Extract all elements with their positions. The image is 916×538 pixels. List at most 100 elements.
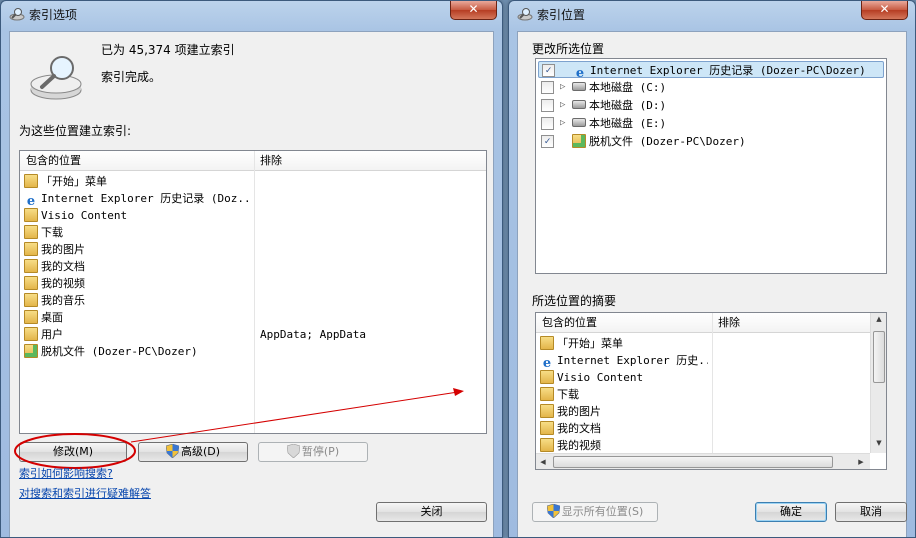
- location-row[interactable]: 脱机文件 (Dozer-PC\Dozer): [24, 343, 250, 360]
- summary-row[interactable]: 我的视频: [540, 437, 708, 454]
- advanced-button-label: 高级(D): [180, 445, 221, 458]
- excluded-column-header[interactable]: 排除: [712, 313, 870, 333]
- tree-item[interactable]: ✓ e Internet Explorer 历史记录 (Dozer-PC\Dozer…: [538, 61, 884, 81]
- location-row[interactable]: 我的文档: [24, 258, 250, 275]
- internet-explorer-icon: e: [542, 356, 552, 370]
- indexing-magnifier-icon: [9, 8, 25, 21]
- close-button[interactable]: 关闭: [376, 502, 487, 522]
- location-row[interactable]: 我的音乐: [24, 292, 250, 309]
- close-window-button[interactable]: ✕: [861, 1, 908, 20]
- location-checkbox[interactable]: [541, 117, 554, 130]
- location-name: Internet Explorer 历史记录 (Doz...: [41, 192, 250, 205]
- location-row[interactable]: Visio Content: [24, 207, 250, 224]
- title-bar[interactable]: 索引位置 ✕: [509, 1, 915, 27]
- summary-location-name: 「开始」菜单: [557, 337, 623, 350]
- cancel-button[interactable]: 取消: [835, 502, 907, 522]
- location-row[interactable]: 我的图片: [24, 241, 250, 258]
- tree-item[interactable]: ▷ 本地磁盘 (E:): [538, 115, 884, 132]
- location-checkbox[interactable]: [541, 99, 554, 112]
- included-column-header[interactable]: 包含的位置: [20, 151, 254, 171]
- locations-list[interactable]: 包含的位置 排除 「开始」菜单 e Internet Explorer 历史记录 (…: [19, 150, 487, 434]
- location-exclusion: AppData; AppData: [260, 328, 366, 341]
- excluded-column-header[interactable]: 排除: [254, 151, 486, 171]
- internet-explorer-icon: e: [26, 194, 36, 208]
- ok-button[interactable]: 确定: [755, 502, 827, 522]
- locations-tree[interactable]: ✓ e Internet Explorer 历史记录 (Dozer-PC\Dozer…: [535, 58, 887, 274]
- location-checkbox[interactable]: ✓: [541, 135, 554, 148]
- how-indexing-affects-search-link[interactable]: 索引如何影响搜索?: [19, 465, 113, 481]
- downloads-folder-icon: [540, 387, 554, 401]
- summary-row[interactable]: 下载: [540, 386, 708, 403]
- window-title: 索引位置: [537, 8, 586, 22]
- videos-folder-icon: [540, 438, 554, 452]
- tree-item-content: 本地磁盘 (E:): [572, 115, 666, 132]
- indexing-magnifier-icon: [517, 8, 533, 21]
- location-checkbox[interactable]: [541, 81, 554, 94]
- location-row[interactable]: 「开始」菜单: [24, 173, 250, 190]
- location-name: 我的音乐: [41, 294, 85, 307]
- indexing-drive-magnifier-icon: [30, 56, 82, 100]
- location-row[interactable]: 下载: [24, 224, 250, 241]
- locations-label: 为这些位置建立索引:: [19, 124, 132, 138]
- show-all-locations-button[interactable]: 显示所有位置(S): [532, 502, 658, 522]
- expand-arrow-icon[interactable]: ▷: [560, 97, 565, 114]
- scroll-down-arrow-icon[interactable]: ▼: [871, 439, 886, 447]
- indexed-locations-window: 索引位置 ✕ 更改所选位置 ✓ e Internet Explorer 历史记录 (…: [508, 0, 916, 538]
- location-name: 脱机文件 (Dozer-PC\Dozer): [41, 345, 198, 358]
- pause-button-label: 暂停(P): [301, 445, 340, 458]
- window-title: 索引选项: [29, 8, 78, 22]
- tree-item-label: 脱机文件 (Dozer-PC\Dozer): [589, 135, 746, 148]
- tree-item-content: 脱机文件 (Dozer-PC\Dozer): [572, 133, 746, 150]
- summary-row[interactable]: Visio Content: [540, 369, 708, 386]
- location-name: 下载: [41, 226, 63, 239]
- scroll-up-arrow-icon[interactable]: ▲: [871, 315, 886, 323]
- scroll-left-arrow-icon[interactable]: ◀: [538, 458, 548, 466]
- pictures-folder-icon: [24, 242, 38, 256]
- summary-row[interactable]: 我的图片: [540, 403, 708, 420]
- location-name: 我的文档: [41, 260, 85, 273]
- vertical-scrollbar[interactable]: ▲ ▼: [870, 313, 886, 453]
- location-checkbox[interactable]: ✓: [542, 64, 555, 77]
- horizontal-scrollbar[interactable]: ◀ ▶: [536, 453, 870, 469]
- expand-arrow-icon[interactable]: ▷: [560, 115, 565, 132]
- indexing-status-text: 索引完成。: [101, 70, 162, 84]
- summary-location-name: 我的视频: [557, 439, 601, 452]
- folder-icon: [24, 208, 38, 222]
- summary-row[interactable]: e Internet Explorer 历史...: [540, 352, 708, 369]
- advanced-button[interactable]: 高级(D): [138, 442, 248, 462]
- horizontal-scroll-thumb[interactable]: [553, 456, 833, 468]
- title-bar[interactable]: 索引选项 ✕: [1, 1, 502, 27]
- location-name: 「开始」菜单: [41, 175, 107, 188]
- pause-button[interactable]: 暂停(P): [258, 442, 368, 462]
- location-name: 桌面: [41, 311, 63, 324]
- start-menu-folder-icon: [540, 336, 554, 350]
- scroll-right-arrow-icon[interactable]: ▶: [856, 458, 866, 466]
- tree-item[interactable]: ▷ 本地磁盘 (C:): [538, 79, 884, 96]
- users-folder-icon: [24, 327, 38, 341]
- offline-files-icon: [24, 344, 38, 358]
- uac-shield-icon: [286, 444, 300, 458]
- change-selected-locations-label: 更改所选位置: [532, 42, 605, 56]
- column-divider: [254, 151, 255, 433]
- location-name: 我的图片: [41, 243, 85, 256]
- local-disk-icon: [572, 100, 586, 109]
- summary-row[interactable]: 我的文档: [540, 420, 708, 437]
- location-row[interactable]: 用户: [24, 326, 250, 343]
- tree-item[interactable]: ▷ 本地磁盘 (D:): [538, 97, 884, 114]
- close-window-button[interactable]: ✕: [450, 1, 497, 20]
- tree-item[interactable]: ✓ 脱机文件 (Dozer-PC\Dozer): [538, 133, 884, 150]
- location-row[interactable]: 桌面: [24, 309, 250, 326]
- summary-row[interactable]: 「开始」菜单: [540, 335, 708, 352]
- troubleshoot-link[interactable]: 对搜索和索引进行疑难解答: [19, 485, 151, 501]
- included-column-header[interactable]: 包含的位置: [536, 313, 712, 333]
- documents-folder-icon: [24, 259, 38, 273]
- start-menu-folder-icon: [24, 174, 38, 188]
- location-row[interactable]: 我的视频: [24, 275, 250, 292]
- location-row[interactable]: e Internet Explorer 历史记录 (Doz...: [24, 190, 250, 207]
- expand-arrow-icon[interactable]: ▷: [560, 79, 565, 96]
- tree-item-content: 本地磁盘 (C:): [572, 79, 666, 96]
- summary-location-name: Internet Explorer 历史...: [557, 354, 708, 367]
- summary-location-name: Visio Content: [557, 371, 644, 384]
- vertical-scroll-thumb[interactable]: [873, 331, 885, 383]
- summary-list[interactable]: 包含的位置 排除 「开始」菜单 e Internet Explorer 历史... V…: [535, 312, 887, 470]
